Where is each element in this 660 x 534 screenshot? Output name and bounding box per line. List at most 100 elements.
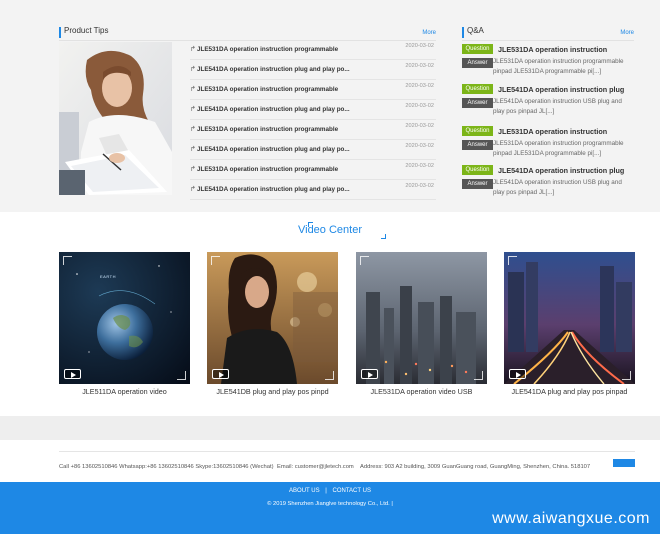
qa-title: Q&A xyxy=(467,26,484,35)
tip-date: 2020-03-02 xyxy=(405,63,434,69)
tip-row[interactable]: ↱ JLE531DA operation instruction program… xyxy=(190,40,436,60)
answer-badge: Answer xyxy=(462,58,493,68)
tip-date: 2020-03-02 xyxy=(405,143,434,149)
header-accent-bar xyxy=(59,27,61,38)
link-arrow-icon: ↱ xyxy=(190,86,196,93)
tip-title[interactable]: JLE541DA operation instruction plug and … xyxy=(197,146,350,153)
video-title[interactable]: JLE541DB plug and play pos pinpd xyxy=(207,387,338,396)
gray-band xyxy=(0,416,660,440)
qa-answer: JLE541DA operation instruction USB plug … xyxy=(493,98,622,115)
video-title[interactable]: JLE531DA operation video USB xyxy=(356,387,487,396)
woman-writing-photo xyxy=(59,42,172,195)
title-bracket-right xyxy=(381,234,386,239)
tip-title[interactable]: JLE531DA operation instruction programma… xyxy=(197,126,338,133)
frame-corner xyxy=(325,371,334,380)
tip-date: 2020-03-02 xyxy=(405,123,434,129)
earth-space-image xyxy=(59,252,190,384)
video-card[interactable]: EARTH JLE511DA operation video xyxy=(59,252,190,396)
contact-phone: Call +86 13602510846 Whatsapp:+86 136025… xyxy=(59,464,274,470)
tip-title[interactable]: JLE531DA operation instruction programma… xyxy=(197,86,338,93)
city-lights-image xyxy=(504,252,635,384)
question-badge: Question xyxy=(462,44,493,54)
answer-badge: Answer xyxy=(462,179,493,189)
answer-badge: Answer xyxy=(462,98,493,108)
tip-title[interactable]: JLE541DA operation instruction plug and … xyxy=(197,66,350,73)
tip-row[interactable]: ↱ JLE531DA operation instruction program… xyxy=(190,120,436,140)
link-arrow-icon: ↱ xyxy=(190,66,196,73)
video-thumbnail[interactable] xyxy=(356,252,487,384)
tip-row[interactable]: ↱ JLE541DA operation instruction plug an… xyxy=(190,60,436,80)
frame-corner xyxy=(360,256,369,265)
link-arrow-icon: ↱ xyxy=(190,166,196,173)
qa-more-link[interactable]: More xyxy=(620,30,634,36)
video-card[interactable]: JLE541DB plug and play pos pinpd xyxy=(207,252,338,396)
link-arrow-icon: ↱ xyxy=(190,106,196,113)
qa-question[interactable]: JLE541DA operation instruction plug xyxy=(498,85,624,94)
page: Product Tips More ↱ JLE531DA operation i… xyxy=(0,0,660,534)
copyright: © 2019 Shenzhen Jianglve technology Co.,… xyxy=(267,501,393,507)
video-center-title: Video Center xyxy=(297,224,362,236)
play-icon[interactable] xyxy=(212,369,229,379)
woman-city-image xyxy=(207,252,338,384)
link-arrow-icon: ↱ xyxy=(190,46,196,53)
answer-badge: Answer xyxy=(462,140,493,150)
question-badge: Question xyxy=(462,126,493,136)
link-arrow-icon: ↱ xyxy=(190,186,196,193)
tip-date: 2020-03-02 xyxy=(405,103,434,109)
tip-row[interactable]: ↱ JLE541DA operation instruction plug an… xyxy=(190,140,436,160)
product-tips-header: Product Tips More xyxy=(59,25,436,41)
video-thumbnail[interactable]: EARTH xyxy=(59,252,190,384)
question-badge: Question xyxy=(462,84,493,94)
tip-date: 2020-03-02 xyxy=(405,163,434,169)
play-icon[interactable] xyxy=(64,369,81,379)
foggy-city-image xyxy=(356,252,487,384)
top-section: Product Tips More ↱ JLE531DA operation i… xyxy=(0,0,660,212)
qa-answer: JLE531DA operation instruction programma… xyxy=(493,140,624,157)
footer: ABOUT US | CONTACT US © 2019 Shenzhen Ji… xyxy=(0,482,660,534)
tip-row[interactable]: ↱ JLE531DA operation instruction program… xyxy=(190,160,436,180)
frame-corner xyxy=(63,256,72,265)
frame-corner xyxy=(211,256,220,265)
video-card[interactable]: JLE531DA operation video USB xyxy=(356,252,487,396)
product-tips-more-link[interactable]: More xyxy=(422,30,436,36)
play-icon[interactable] xyxy=(509,369,526,379)
frame-corner xyxy=(508,256,517,265)
tip-title[interactable]: JLE531DA operation instruction programma… xyxy=(197,166,338,173)
footer-separator: | xyxy=(325,488,327,494)
video-center-section: Video Center EARTH JLE511DA operation vi… xyxy=(0,212,660,416)
question-badge: Question xyxy=(462,165,493,175)
qa-answer: JLE541DA operation instruction USB plug … xyxy=(493,179,622,196)
tip-row[interactable]: ↱ JLE541DA operation instruction plug an… xyxy=(190,100,436,120)
footer-links: ABOUT US | CONTACT US xyxy=(0,488,660,494)
tip-date: 2020-03-02 xyxy=(405,43,434,49)
tip-row[interactable]: ↱ JLE531DA operation instruction program… xyxy=(190,80,436,100)
tip-title[interactable]: JLE531DA operation instruction programma… xyxy=(197,46,338,53)
video-title[interactable]: JLE541DA plug and play pos pinpad xyxy=(504,387,635,396)
back-to-top-button[interactable] xyxy=(613,459,635,467)
frame-corner xyxy=(622,371,631,380)
link-arrow-icon: ↱ xyxy=(190,126,196,133)
contact-email[interactable]: Email: customer@jletech.com xyxy=(277,464,354,470)
tip-title[interactable]: JLE541DA operation instruction plug and … xyxy=(197,186,350,193)
product-tips-image[interactable] xyxy=(59,42,172,195)
contact-address: Address: 903 A2 building, 3009 GuanGuang… xyxy=(360,464,591,470)
frame-corner xyxy=(177,371,186,380)
qa-header: Q&A More xyxy=(462,25,634,41)
qa-question[interactable]: JLE541DA operation instruction plug xyxy=(498,166,624,175)
qa-question[interactable]: JLE531DA operation instruction xyxy=(498,45,607,54)
tip-row[interactable]: ↱ JLE541DA operation instruction plug an… xyxy=(190,180,436,200)
tip-date: 2020-03-02 xyxy=(405,183,434,189)
play-icon[interactable] xyxy=(361,369,378,379)
video-thumbnail[interactable] xyxy=(207,252,338,384)
qa-question[interactable]: JLE531DA operation instruction xyxy=(498,127,607,136)
product-tips-title: Product Tips xyxy=(64,26,109,35)
about-us-link[interactable]: ABOUT US xyxy=(289,488,320,494)
watermark: www.aiwangxue.com xyxy=(492,510,650,527)
tip-title[interactable]: JLE541DA operation instruction plug and … xyxy=(197,106,350,113)
video-title[interactable]: JLE511DA operation video xyxy=(59,387,190,396)
contact-us-link[interactable]: CONTACT US xyxy=(333,488,371,494)
video-card[interactable]: JLE541DA plug and play pos pinpad xyxy=(504,252,635,396)
tip-date: 2020-03-02 xyxy=(405,83,434,89)
video-thumbnail[interactable] xyxy=(504,252,635,384)
contact-divider xyxy=(59,451,635,452)
